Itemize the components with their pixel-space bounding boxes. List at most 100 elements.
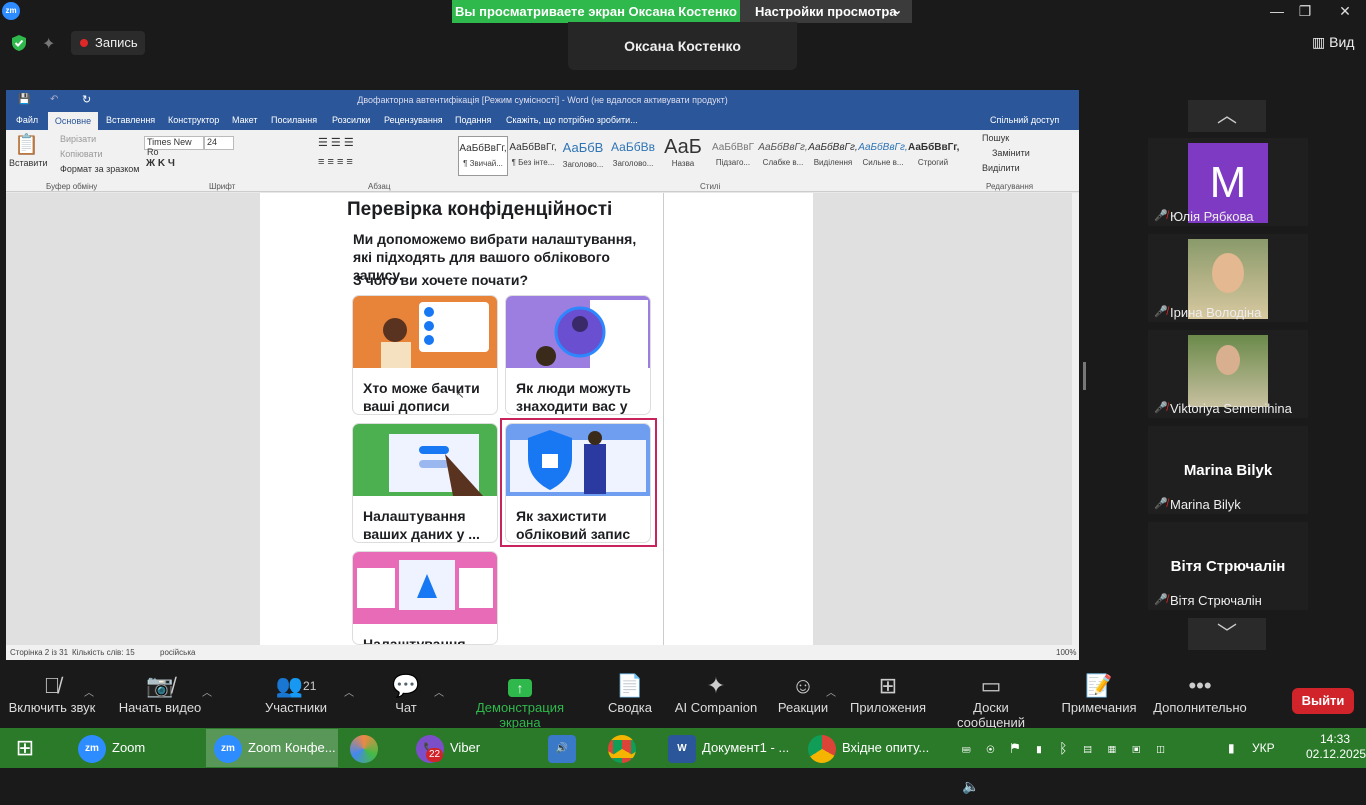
style-emphasis[interactable]: АаБбВвГг, Виділення xyxy=(808,136,858,176)
chevron-up-icon[interactable]: ︿ xyxy=(344,684,354,699)
language-indicator[interactable]: УКР xyxy=(1252,729,1282,767)
shield-icon[interactable] xyxy=(10,34,28,52)
style-heading1[interactable]: АаБбВ Заголово... xyxy=(558,136,608,176)
align-icons[interactable]: ≡ ≡ ≡ ≡ xyxy=(318,156,353,168)
taskbar-clock[interactable]: 14:33 02.12.2025 xyxy=(1306,732,1366,762)
copy-button[interactable]: Копіювати xyxy=(60,149,103,159)
taskbar-app-generic[interactable] xyxy=(342,729,402,767)
tab-references[interactable]: Посилання xyxy=(271,115,317,125)
chevron-up-icon[interactable]: ︿ xyxy=(434,684,444,699)
mic-off-icon: 🎤̸ xyxy=(1154,306,1168,318)
page-edge xyxy=(663,193,664,645)
taskbar-volume-app[interactable]: 🔊 xyxy=(540,729,596,767)
tell-me-search[interactable]: Скажіть, що потрібно зробити... xyxy=(506,115,638,125)
find-button[interactable]: Пошук xyxy=(982,133,1009,143)
style-normal[interactable]: АаБбВвГг, ¶ Звичай... xyxy=(458,136,508,176)
taskbar-chrome-window[interactable]: Вхідне опиту... xyxy=(800,729,930,767)
participants-button[interactable]: 👥21 Участники xyxy=(260,672,332,715)
style-heading2[interactable]: АаБбВв Заголово... xyxy=(608,136,658,176)
taskbar-zoom-meeting[interactable]: zm Zoom Конфе... xyxy=(206,729,338,767)
close-icon[interactable]: ✕ xyxy=(1330,0,1360,23)
chat-label: Чат xyxy=(395,700,417,715)
style-intense-emphasis[interactable]: АаБбВвГг, Сильне в... xyxy=(858,136,908,176)
taskbar-zoom[interactable]: zm Zoom xyxy=(70,729,202,767)
word-scrollbar[interactable] xyxy=(1072,193,1079,645)
battery-icon[interactable]: ▮ xyxy=(1228,729,1242,767)
taskbar-word[interactable]: W Документ1 - ... xyxy=(660,729,796,767)
restore-icon[interactable]: ❐ xyxy=(1290,0,1320,23)
font-size-select[interactable]: 24 xyxy=(204,136,234,150)
card-who-can-see[interactable]: Хто може бачити ваші дописи xyxy=(353,296,497,414)
chevron-up-icon[interactable]: ︿ xyxy=(826,684,836,699)
participant-tile[interactable]: M 🎤̸ Юлія Рябкова xyxy=(1148,138,1308,226)
splitter-handle[interactable] xyxy=(1083,362,1086,390)
card-label: Налаштування xyxy=(363,636,466,644)
more-button[interactable]: ••• Дополнительно xyxy=(1152,672,1248,715)
participant-tile[interactable]: 🎤̸ Ірина Володіна xyxy=(1148,234,1308,322)
style-no-spacing[interactable]: АаБбВвГг, ¶ Без інте... xyxy=(508,136,558,176)
card-illustration xyxy=(506,424,650,496)
viber-badge: 22 xyxy=(426,748,444,762)
start-video-label: Начать видео xyxy=(118,700,202,715)
minimize-icon[interactable]: — xyxy=(1262,0,1292,23)
notes-button[interactable]: 📝 Примечания xyxy=(1060,672,1138,715)
card-data-settings[interactable]: Налаштування ваших даних у ... xyxy=(353,424,497,542)
tab-file[interactable]: Файл xyxy=(16,115,38,125)
tab-insert[interactable]: Вставлення xyxy=(106,115,155,125)
system-tray-icons[interactable]: ⌨ ◉ ⚑ ▮ ᛒ ▤ ▦ ▣ ◫ 🔈 xyxy=(962,729,1182,794)
chevron-up-icon[interactable]: ︿ xyxy=(84,684,94,699)
font-name-select[interactable]: Times New Ro xyxy=(144,136,204,157)
summary-icon: 📄 xyxy=(616,673,644,698)
replace-button[interactable]: Замінити xyxy=(992,148,1030,158)
reactions-button[interactable]: ☺ Реакции xyxy=(776,672,830,715)
whiteboards-button[interactable]: ▭ Доски сообщений xyxy=(938,672,1044,730)
start-video-button[interactable]: 📷̸ Начать видео xyxy=(114,672,206,715)
summary-button[interactable]: 📄 Сводка xyxy=(604,672,656,715)
taskbar-viber-label: Viber xyxy=(450,740,481,755)
paste-icon[interactable]: 📋 xyxy=(14,132,39,157)
style-title[interactable]: АаБ Назва xyxy=(658,136,708,176)
ai-sparkle-icon[interactable]: ✦ xyxy=(42,34,55,54)
chat-button[interactable]: 💬 Чат xyxy=(384,672,428,715)
share-link[interactable]: Спільний доступ xyxy=(990,115,1059,125)
apps-icon: ⊞ xyxy=(878,673,898,698)
tab-design[interactable]: Конструктор xyxy=(168,115,219,125)
share-screen-icon: ↑ xyxy=(456,672,584,700)
cut-button[interactable]: Вирізати xyxy=(60,134,96,144)
style-subtle-emphasis[interactable]: АаБбВвГг, Слабке в... xyxy=(758,136,808,176)
select-button[interactable]: Виділити xyxy=(982,163,1020,173)
zoom-level[interactable]: 100% xyxy=(1056,648,1076,657)
tab-view[interactable]: Подання xyxy=(455,115,491,125)
list-icons[interactable]: ☰ ☰ ☰ xyxy=(318,136,354,149)
card-settings[interactable]: Налаштування xyxy=(353,552,497,644)
windows-start-icon[interactable]: ⊞ xyxy=(0,729,50,767)
tab-layout[interactable]: Макет xyxy=(232,115,257,125)
taskbar-chrome[interactable] xyxy=(600,729,656,767)
card-protect-account[interactable]: Як захистити обліковий запис xyxy=(506,424,650,542)
paste-label[interactable]: Вставити xyxy=(9,158,48,168)
tab-review[interactable]: Рецензування xyxy=(384,115,443,125)
taskbar-viber[interactable]: 📞Viber xyxy=(408,729,536,767)
view-button[interactable]: ▥ Вид xyxy=(1312,34,1354,51)
share-banner: Вы просматриваете экран Оксана Костенко xyxy=(452,0,740,23)
card-how-people-find[interactable]: Як люди можуть знаходити вас у ... xyxy=(506,296,650,414)
bold-icon[interactable]: Ж K Ч xyxy=(146,158,175,169)
card-illustration xyxy=(353,552,497,624)
tab-mailings[interactable]: Розсилки xyxy=(332,115,370,125)
chevron-up-icon[interactable]: ︿ xyxy=(202,684,212,699)
leave-button[interactable]: Выйти xyxy=(1292,688,1354,714)
view-options-button[interactable]: Настройки просмотра ⌄ xyxy=(740,0,912,23)
gallery-down-button[interactable]: ﹀ xyxy=(1188,618,1266,650)
participant-tile[interactable]: Marina Bilyk 🎤̸ Marina Bilyk xyxy=(1148,426,1308,514)
style-subtitle[interactable]: АаБбВвГ Підзаго... xyxy=(708,136,758,176)
participant-tile[interactable]: 🎤̸ Viktoriya Semenihina xyxy=(1148,330,1308,418)
tab-home[interactable]: Основне xyxy=(48,112,98,130)
style-strong[interactable]: АаБбВвГг, Строгий xyxy=(908,136,959,176)
share-screen-button[interactable]: ↑ Демонстрация экрана xyxy=(456,672,584,730)
format-painter-button[interactable]: Формат за зразком xyxy=(60,164,140,174)
participant-tile[interactable]: Вітя Стрючалін 🎤̸ Вітя Стрючалін xyxy=(1148,522,1308,610)
gallery-up-button[interactable]: ︿ xyxy=(1188,100,1266,132)
styles-group-label: Стилі xyxy=(700,182,721,191)
ai-companion-button[interactable]: ✦ AI Companion xyxy=(674,672,758,715)
apps-button[interactable]: ⊞ Приложения xyxy=(848,672,928,715)
